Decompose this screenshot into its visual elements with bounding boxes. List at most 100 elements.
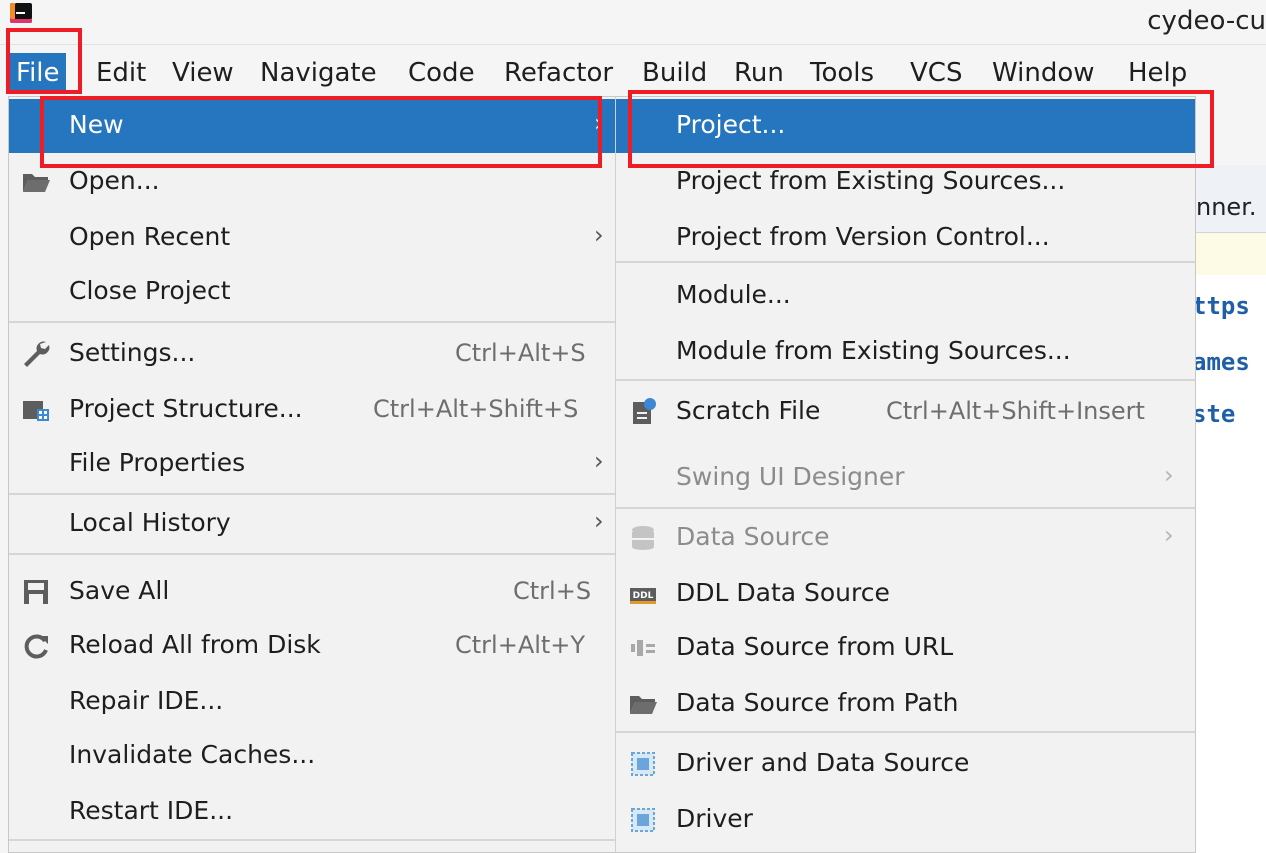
menu-item-label: Data Source from URL	[676, 632, 954, 661]
menu-item-save-all[interactable]: Save All Ctrl+S	[9, 565, 619, 619]
menu-item-label: Data Source from Path	[676, 688, 959, 717]
menu-separator	[616, 507, 1195, 509]
menu-item-restart-ide[interactable]: Restart IDE...	[9, 785, 619, 839]
menu-vcs[interactable]: VCS	[910, 53, 962, 93]
menu-item-new[interactable]: New ›	[9, 99, 619, 153]
menu-separator	[9, 839, 619, 841]
menu-item-invalidate-caches[interactable]: Invalidate Caches...	[9, 729, 619, 783]
menu-build[interactable]: Build	[642, 53, 707, 93]
menu-item-label: Project from Existing Sources...	[676, 166, 1066, 195]
menu-item-data-source-from-path[interactable]: Data Source from Path	[616, 677, 1195, 731]
menu-item-shortcut: Ctrl+Alt+Y	[455, 631, 586, 659]
code-line: ttps	[1192, 292, 1250, 320]
menu-item-swing-ui-designer[interactable]: Swing UI Designer ›	[616, 451, 1195, 505]
menu-item-label: Project from Version Control...	[676, 222, 1050, 251]
menu-item-ddl-data-source[interactable]: DDL DDL Data Source	[616, 567, 1195, 621]
menu-item-label: Settings...	[69, 338, 196, 367]
menu-item-file-properties[interactable]: File Properties ›	[9, 437, 619, 491]
menu-item-project[interactable]: Project...	[616, 99, 1195, 153]
menu-separator	[9, 321, 619, 323]
code-line: ames	[1192, 348, 1250, 376]
menu-item-open[interactable]: Open...	[9, 155, 619, 209]
chevron-right-icon: ›	[1164, 461, 1174, 489]
menu-item-label: Reload All from Disk	[69, 630, 321, 659]
new-submenu: Project... Project from Existing Sources…	[615, 96, 1196, 853]
menu-item-label: Scratch File	[676, 396, 821, 425]
menu-item-label: Module from Existing Sources...	[676, 336, 1071, 365]
folder-icon	[630, 696, 657, 714]
menu-view[interactable]: View	[172, 53, 234, 93]
menu-navigate[interactable]: Navigate	[260, 53, 377, 93]
save-icon	[24, 580, 48, 604]
wrench-icon	[24, 341, 50, 367]
menu-item-driver[interactable]: Driver	[616, 793, 1195, 847]
menu-item-scratch-file[interactable]: Scratch File Ctrl+Alt+Shift+Insert	[616, 385, 1195, 439]
menu-item-label: File Properties	[69, 448, 246, 477]
menu-tools[interactable]: Tools	[810, 53, 874, 93]
intellij-logo-icon	[10, 3, 32, 23]
ddl-icon: DDL	[630, 588, 656, 604]
menu-item-repair-ide[interactable]: Repair IDE...	[9, 675, 619, 729]
editor-tab[interactable]: nner.	[1190, 165, 1266, 233]
driver-icon	[631, 808, 655, 832]
menu-item-data-source[interactable]: Data Source ›	[616, 511, 1195, 565]
chevron-right-icon: ›	[594, 447, 604, 475]
menu-file[interactable]: File	[10, 53, 66, 93]
chevron-right-icon: ›	[594, 221, 604, 249]
chevron-right-icon: ›	[594, 507, 604, 535]
menu-edit[interactable]: Edit	[96, 53, 146, 93]
folder-icon	[23, 174, 50, 192]
menu-item-label: Project...	[676, 110, 786, 139]
menu-separator	[9, 493, 619, 495]
menu-run[interactable]: Run	[734, 53, 784, 93]
menu-item-project-structure[interactable]: Project Structure... Ctrl+Alt+Shift+S	[9, 383, 619, 437]
menu-item-open-recent[interactable]: Open Recent ›	[9, 211, 619, 265]
menu-help[interactable]: Help	[1128, 53, 1187, 93]
title-bar: cydeo-cu	[0, 0, 1266, 42]
menu-item-label: New	[69, 110, 124, 139]
code-line: ste	[1192, 400, 1236, 428]
menu-item-module-from-existing-sources[interactable]: Module from Existing Sources...	[616, 325, 1195, 379]
menu-item-label: Module...	[676, 280, 791, 309]
menu-window[interactable]: Window	[992, 53, 1095, 93]
menu-item-label: Driver	[676, 804, 753, 833]
menu-item-label: Invalidate Caches...	[69, 740, 316, 769]
editor-notification-bar	[1190, 233, 1266, 275]
menu-separator	[9, 553, 619, 555]
menu-separator	[616, 261, 1195, 263]
menu-item-label: Swing UI Designer	[676, 462, 905, 491]
menu-item-label: Close Project	[69, 276, 231, 305]
menu-item-local-history[interactable]: Local History ›	[9, 497, 619, 551]
menu-item-label: Driver and Data Source	[676, 748, 970, 777]
menu-item-label: DDL Data Source	[676, 578, 890, 607]
menu-item-shortcut: Ctrl+Alt+Shift+Insert	[886, 397, 1145, 425]
svg-text:DDL: DDL	[633, 591, 654, 601]
menu-item-label: Open...	[69, 166, 160, 195]
chevron-right-icon: ›	[594, 109, 604, 137]
menu-item-reload-all[interactable]: Reload All from Disk Ctrl+Alt+Y	[9, 619, 619, 673]
file-menu: New › Open... Open Recent › Close Projec…	[8, 96, 620, 853]
menu-item-shortcut: Ctrl+Alt+Shift+S	[373, 395, 579, 423]
menu-item-project-from-existing-sources[interactable]: Project from Existing Sources...	[616, 155, 1195, 209]
window-title: cydeo-cu	[1147, 6, 1266, 36]
menu-bar: File Edit View Navigate Code Refactor Bu…	[0, 44, 1266, 98]
database-icon	[632, 526, 654, 550]
menu-item-label: Save All	[69, 576, 170, 605]
menu-refactor[interactable]: Refactor	[504, 53, 613, 93]
menu-item-label: Repair IDE...	[69, 686, 224, 715]
menu-item-settings[interactable]: Settings... Ctrl+Alt+S	[9, 327, 619, 381]
scratch-file-icon	[633, 398, 656, 424]
editor-tab-label: nner.	[1196, 193, 1257, 221]
menu-item-project-from-vcs[interactable]: Project from Version Control...	[616, 211, 1195, 265]
menu-item-label: Restart IDE...	[69, 796, 234, 825]
menu-item-close-project[interactable]: Close Project	[9, 265, 619, 319]
menu-code[interactable]: Code	[408, 53, 475, 93]
menu-separator	[616, 731, 1195, 733]
menu-separator	[616, 379, 1195, 381]
menu-item-label: Open Recent	[69, 222, 231, 251]
menu-item-module[interactable]: Module...	[616, 269, 1195, 323]
driver-icon	[631, 752, 655, 776]
menu-item-shortcut: Ctrl+Alt+S	[455, 339, 586, 367]
menu-item-data-source-from-url[interactable]: Data Source from URL	[616, 621, 1195, 675]
menu-item-driver-and-data-source[interactable]: Driver and Data Source	[616, 737, 1195, 791]
